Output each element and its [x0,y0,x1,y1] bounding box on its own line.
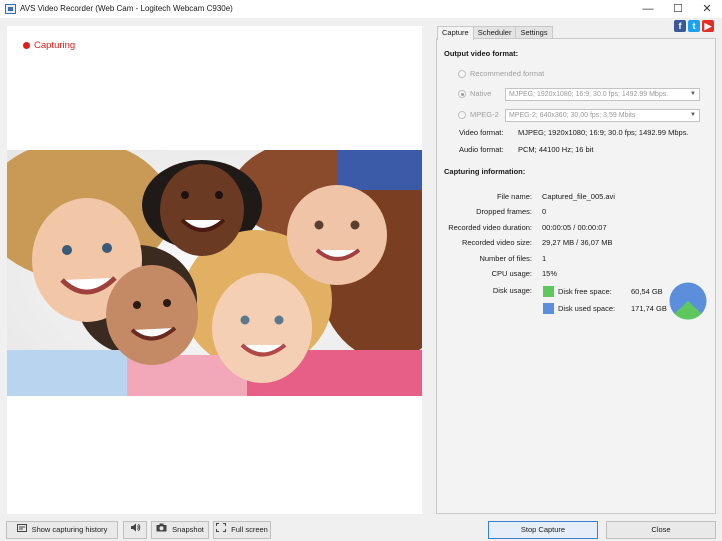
mpeg2-format-value: MPEG-2; 640x360; 30,00 fps; 3,59 Mbits [509,112,636,119]
youtube-glyph: ▶ [704,21,712,31]
youtube-icon[interactable]: ▶ [702,20,714,32]
disk-used-swatch [543,303,554,314]
show-history-button[interactable]: Show capturing history [6,521,118,539]
capturing-label: Capturing [34,40,76,51]
capturing-info-heading: Capturing information: [444,167,526,176]
native-radio [458,89,466,98]
full-screen-button[interactable]: Full screen [213,521,271,539]
speaker-icon [130,522,141,538]
audio-format-value: PCM; 44100 Hz; 16 bit [518,145,594,154]
recording-dot-icon [23,42,30,49]
disk-free-swatch [543,286,554,297]
capturing-status: Capturing [23,40,75,51]
video-format-label: Video format: [459,128,504,137]
mpeg2-format-option: MPEG-2 [458,110,499,119]
disk-usage-pie [669,282,707,320]
number-of-files-value: 1 [542,254,547,263]
twitter-icon[interactable]: t [688,20,700,32]
stop-capture-button[interactable]: Stop Capture [488,521,598,539]
file-name-value: Captured_file_005.avi [542,192,615,201]
volume-button[interactable] [123,521,147,539]
mpeg2-radio [458,110,466,119]
disk-free-value: 60,54 GB [631,287,663,296]
number-of-files-label: Number of files: [479,254,532,263]
close-button[interactable]: Close [606,521,716,539]
window-title: AVS Video Recorder (Web Cam - Logitech W… [20,4,233,13]
native-format-value: MJPEG; 1920x1080; 16:9; 30.0 fps; 1492.9… [509,91,669,98]
webcam-frame [7,150,422,396]
output-format-heading: Output video format: [444,49,519,58]
video-preview: Capturing [7,26,422,514]
native-label: Native [470,89,492,98]
recommended-label: Recommended format [470,69,545,78]
cpu-usage-label: CPU usage: [491,269,532,278]
maximize-button[interactable]: ☐ [663,1,693,17]
webcam-image [7,150,422,396]
cpu-usage-value: 15% [542,269,558,278]
camera-icon [156,522,167,538]
duration-value: 00:00:05 / 00:00:07 [542,223,607,232]
native-format-option: Native [458,89,491,98]
facebook-icon[interactable]: f [674,20,686,32]
app-icon [5,4,16,14]
twitter-glyph: t [692,21,696,31]
close-window-button[interactable]: ✕ [692,1,722,17]
video-format-value: MJPEG; 1920x1080; 16:9; 30.0 fps; 1492.9… [518,128,689,137]
chevron-down-icon: ▼ [690,112,696,118]
title-bar: AVS Video Recorder (Web Cam - Logitech W… [0,0,722,18]
mpeg2-format-select: MPEG-2; 640x360; 30,00 fps; 3,59 Mbits ▼ [505,109,700,122]
facebook-glyph: f [678,21,682,31]
disk-usage-label: Disk usage: [492,286,532,295]
recommended-format-option: Recommended format [458,69,544,78]
duration-label: Recorded video duration: [448,223,532,232]
disk-free-label: Disk free space: [558,287,612,296]
dropped-frames-label: Dropped frames: [476,207,532,216]
video-size-value: 29,27 MB / 36,07 MB [542,238,613,247]
history-icon [16,522,27,538]
chevron-down-icon: ▼ [690,91,696,97]
disk-used-label: Disk used space: [558,304,616,313]
mpeg2-label: MPEG-2 [470,110,499,119]
audio-format-label: Audio format: [459,145,504,154]
video-size-label: Recorded video size: [461,238,532,247]
recommended-radio [458,69,466,78]
full-screen-label: Full screen [231,525,268,534]
minimize-button[interactable]: — [633,1,663,17]
snapshot-button[interactable]: Snapshot [151,521,209,539]
native-format-select: MJPEG; 1920x1080; 16:9; 30.0 fps; 1492.9… [505,88,700,101]
disk-used-value: 171,74 GB [631,304,667,313]
fullscreen-icon [216,522,227,538]
show-history-label: Show capturing history [31,525,108,534]
tab-capture[interactable]: Capture [437,26,474,40]
dropped-frames-value: 0 [542,207,547,216]
file-name-label: File name: [496,192,532,201]
snapshot-label: Snapshot [172,525,204,534]
